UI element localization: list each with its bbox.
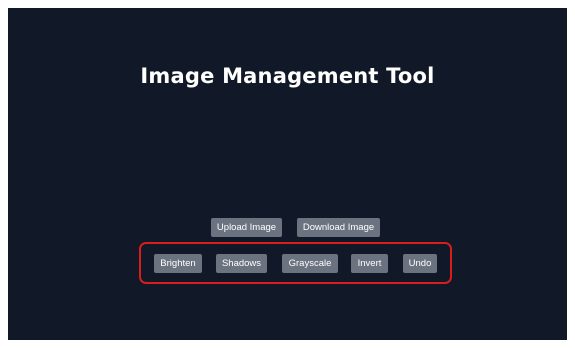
download-image-button[interactable]: Download Image: [297, 218, 380, 237]
brighten-button[interactable]: Brighten: [154, 254, 202, 273]
grayscale-button[interactable]: Grayscale: [282, 254, 338, 273]
app-frame: Image Management Tool: [8, 8, 567, 340]
page-title: Image Management Tool: [140, 64, 435, 88]
shadows-button[interactable]: Shadows: [216, 254, 267, 273]
upload-image-button[interactable]: Upload Image: [211, 218, 282, 237]
undo-button[interactable]: Undo: [403, 254, 437, 273]
invert-button[interactable]: Invert: [351, 254, 388, 273]
